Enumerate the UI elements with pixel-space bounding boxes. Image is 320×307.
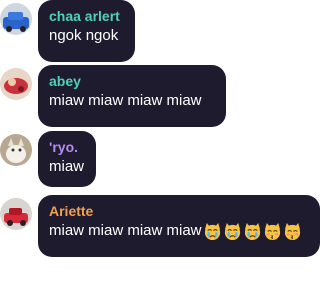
crying-cat-emoji [224, 222, 240, 240]
message-text: miaw [49, 158, 85, 175]
crying-cat-emoji [204, 222, 220, 240]
message-bubble: Ariette miaw miaw miaw miaw [38, 195, 320, 257]
crying-cat-emoji [244, 222, 260, 240]
message-bubble: 'ryo. miaw [38, 131, 96, 187]
emoji-group [202, 222, 302, 241]
avatar[interactable] [0, 68, 32, 100]
avatar[interactable] [0, 198, 32, 230]
username[interactable]: abey [49, 72, 216, 90]
message-text: ngok ngok [49, 27, 119, 44]
avatar[interactable] [0, 134, 32, 166]
message-text: miaw miaw miaw miaw [49, 222, 202, 239]
username[interactable]: chaa arlert [49, 7, 125, 25]
message-text: miaw miaw miaw miaw [49, 92, 202, 109]
kissing-cat-emoji [284, 222, 300, 240]
message-bubble: abey miaw miaw miaw miaw [38, 65, 226, 127]
avatar[interactable] [0, 3, 32, 35]
kissing-cat-emoji [264, 222, 280, 240]
username[interactable]: Ariette [49, 202, 310, 220]
username[interactable]: 'ryo. [49, 138, 86, 156]
message-bubble: chaa arlert ngok ngok [38, 0, 135, 62]
message-text-row: miaw miaw miaw miaw [49, 220, 310, 242]
